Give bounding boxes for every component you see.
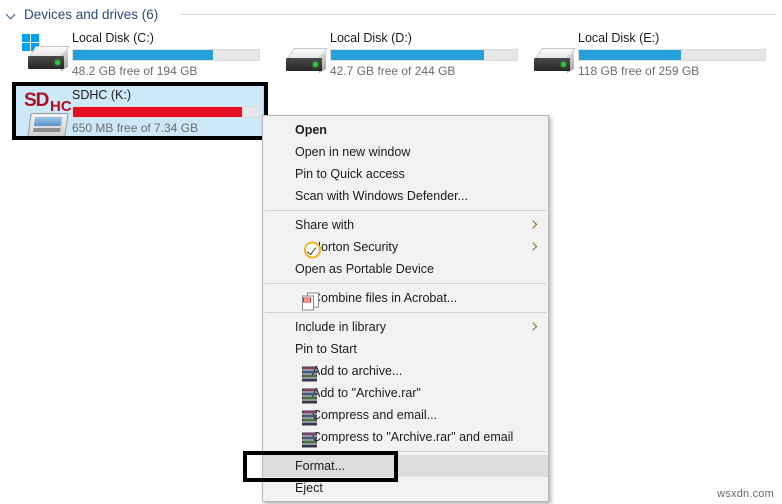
menu-item-label: Format... (295, 459, 345, 473)
drive-tile-c[interactable]: Local Disk (C:) 48.2 GB free of 194 GB (14, 28, 264, 80)
winrar-icon (302, 387, 319, 404)
menu-item-eject[interactable]: Eject (263, 477, 548, 499)
menu-item-label: Norton Security (312, 240, 398, 254)
menu-item-open[interactable]: Open (263, 119, 548, 141)
menu-item-combine-files-in-acrobat[interactable]: Combine files in Acrobat... (263, 287, 548, 309)
menu-separator (265, 283, 546, 284)
group-divider (180, 14, 776, 15)
sd-logo-text: SD (24, 90, 48, 112)
menu-item-format[interactable]: Format... (263, 455, 548, 477)
menu-item-add-to-archive-rar[interactable]: Add to "Archive.rar" (263, 382, 548, 404)
menu-item-label: Include in library (295, 320, 386, 334)
group-title: Devices and drives (6) (24, 7, 158, 22)
acrobat-icon (302, 292, 319, 309)
menu-item-compress-and-email[interactable]: Compress and email... (263, 404, 548, 426)
hard-drive-icon (528, 34, 578, 76)
drive-name: SDHC (K:) (72, 87, 262, 103)
menu-item-label: Open in new window (295, 145, 410, 159)
menu-item-label: Share with (295, 218, 354, 232)
hard-drive-icon (280, 34, 330, 76)
context-menu[interactable]: Open Open in new window Pin to Quick acces… (262, 115, 549, 502)
menu-item-label: Scan with Windows Defender... (295, 189, 468, 203)
drive-tile-d[interactable]: Local Disk (D:) 42.7 GB free of 244 GB (272, 28, 522, 80)
devices-group-header[interactable]: Devices and drives (6) (6, 5, 158, 23)
chevron-right-icon (529, 221, 538, 230)
menu-separator (265, 451, 546, 452)
menu-separator (265, 210, 546, 211)
hard-drive-windows-icon (22, 34, 72, 76)
menu-item-label: Add to "Archive.rar" (312, 386, 421, 400)
winrar-icon (302, 431, 319, 448)
menu-item-open-in-new-window[interactable]: Open in new window (263, 141, 548, 163)
capacity-bar-fill (331, 50, 484, 60)
menu-item-label: Pin to Start (295, 342, 357, 356)
menu-item-pin-to-quick-access[interactable]: Pin to Quick access (263, 163, 548, 185)
capacity-bar (72, 49, 260, 61)
drive-name: Local Disk (C:) (72, 30, 262, 46)
drive-free-space: 42.7 GB free of 244 GB (330, 64, 520, 79)
winrar-icon (302, 409, 319, 426)
drive-free-space: 118 GB free of 259 GB (578, 64, 768, 79)
menu-item-label: Pin to Quick access (295, 167, 405, 181)
watermark: wsxdn.com (717, 488, 774, 500)
menu-item-share-with[interactable]: Share with (263, 214, 548, 236)
drive-free-space: 650 MB free of 7.34 GB (72, 121, 262, 136)
capacity-bar-fill (73, 107, 242, 117)
drive-free-space: 48.2 GB free of 194 GB (72, 64, 262, 79)
menu-item-open-as-portable-device[interactable]: Open as Portable Device (263, 258, 548, 280)
capacity-bar-fill (73, 50, 213, 60)
menu-item-label: Compress and email... (312, 408, 437, 422)
menu-item-label: Open as Portable Device (295, 262, 434, 276)
menu-item-include-in-library[interactable]: Include in library (263, 316, 548, 338)
menu-item-add-to-archive[interactable]: Add to archive... (263, 360, 548, 382)
drive-name: Local Disk (E:) (578, 30, 768, 46)
menu-item-scan-with-windows-defender[interactable]: Scan with Windows Defender... (263, 185, 548, 207)
sd-card-icon: SD HC (22, 91, 72, 133)
drive-name: Local Disk (D:) (330, 30, 520, 46)
capacity-bar (330, 49, 518, 61)
norton-check-icon (304, 241, 321, 258)
drive-tile-sdhc-k[interactable]: SD HC SDHC (K:) 650 MB free of 7.34 GB (14, 85, 264, 137)
chevron-down-icon[interactable] (6, 8, 18, 20)
menu-item-label: Add to archive... (312, 364, 402, 378)
menu-item-compress-to-archive-rar-and-email[interactable]: Compress to "Archive.rar" and email (263, 426, 548, 448)
winrar-icon (302, 365, 319, 382)
menu-item-label: Eject (295, 481, 323, 495)
menu-item-pin-to-start[interactable]: Pin to Start (263, 338, 548, 360)
drive-tile-e[interactable]: Local Disk (E:) 118 GB free of 259 GB (520, 28, 770, 80)
menu-item-label: Open (295, 123, 327, 137)
capacity-bar (72, 106, 260, 118)
menu-separator (265, 312, 546, 313)
menu-item-norton-security[interactable]: Norton Security (263, 236, 548, 258)
capacity-bar (578, 49, 766, 61)
chevron-right-icon (529, 323, 538, 332)
file-explorer-devices-view: Devices and drives (6) Local Disk (C:) 4… (0, 0, 782, 504)
menu-item-label: Combine files in Acrobat... (312, 291, 457, 305)
menu-item-label: Compress to "Archive.rar" and email (312, 430, 513, 444)
chevron-right-icon (529, 243, 538, 252)
capacity-bar-fill (579, 50, 681, 60)
